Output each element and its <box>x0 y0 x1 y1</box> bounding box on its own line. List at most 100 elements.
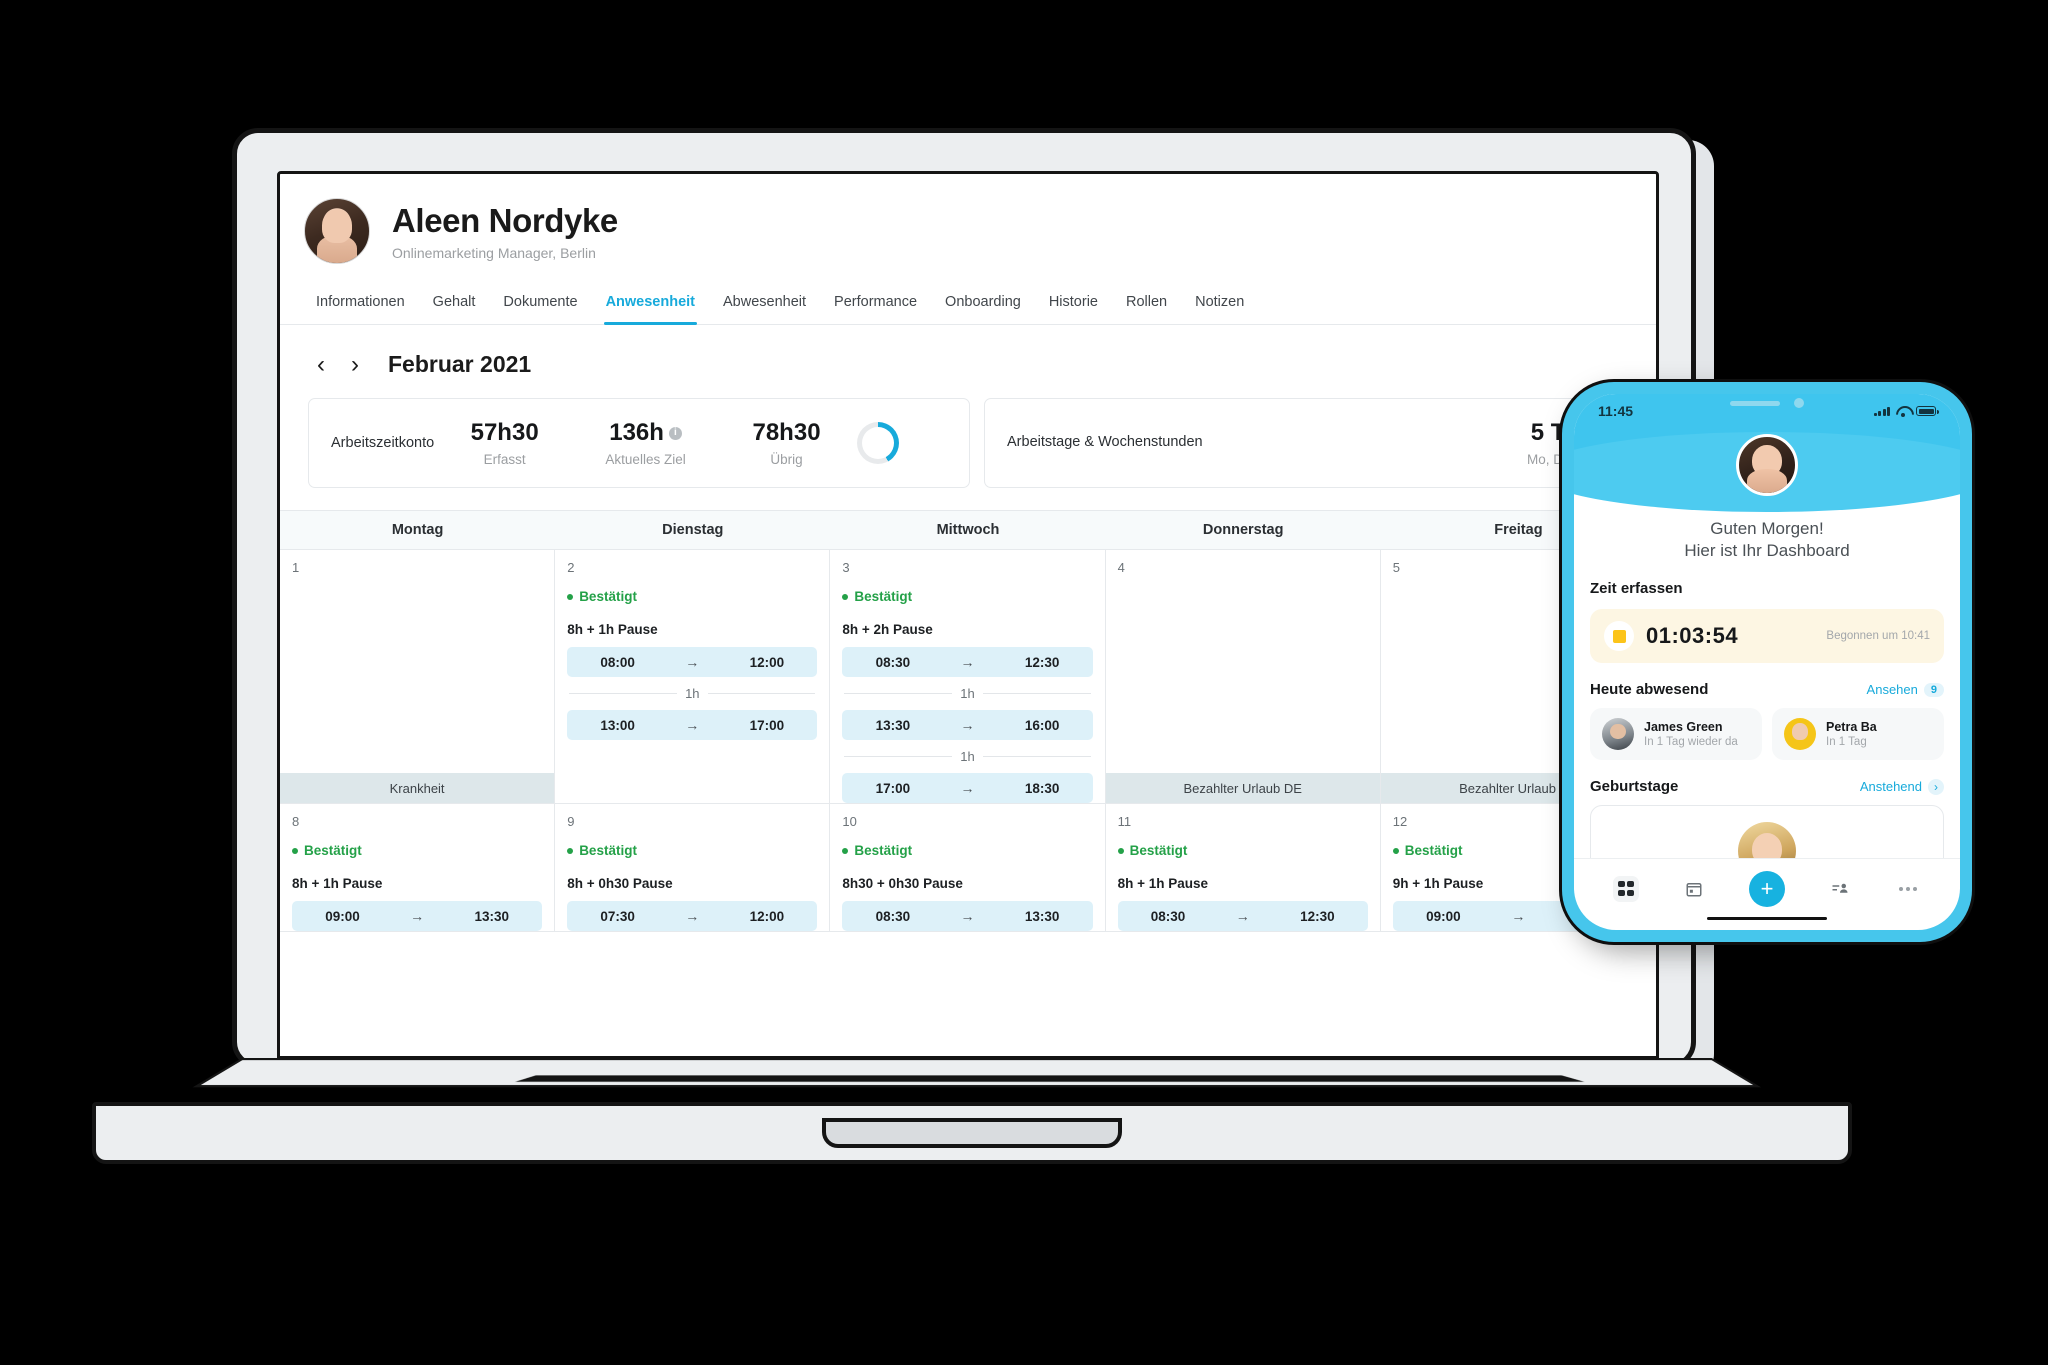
slot-from: 08:00 <box>600 654 635 670</box>
tab-abwesenheit[interactable]: Abwesenheit <box>709 284 820 324</box>
dashboard-grid-icon[interactable] <box>1613 875 1639 902</box>
time-slot[interactable]: 09:00 → 13:30 <box>292 901 543 931</box>
profile-role: Onlinemarketing Manager, Berlin <box>392 244 596 261</box>
slot-from: 09:00 <box>1426 908 1461 924</box>
day-cell[interactable]: 10 Bestätigt 8h30 + 0h30 Pause 08:30 → 1… <box>830 804 1106 932</box>
laptop-latch-notch <box>822 1118 1122 1148</box>
weekday-montag: Montag <box>391 522 444 538</box>
progress-ring <box>856 422 899 464</box>
day-summary: 8h + 0h30 Pause <box>567 876 673 891</box>
greeting: Guten Morgen! Hier ist Ihr Dashboard <box>1590 518 1944 562</box>
tab-informationen[interactable]: Informationen <box>302 284 419 324</box>
arrow-icon: → <box>960 717 975 733</box>
slot-from: 17:00 <box>875 780 911 796</box>
status-dot-icon <box>1392 847 1399 854</box>
greeting-line-2: Hier ist Ihr Dashboard <box>1684 541 1850 561</box>
workdays-label: Arbeitstage & Wochenstunden <box>1007 434 1203 451</box>
time-slot[interactable]: 07:30 → 12:00 <box>567 901 818 931</box>
birthday-card[interactable]: Anna Schumacher feiert heute! <box>1590 805 1944 858</box>
tab-gehalt[interactable]: Gehalt <box>419 284 490 324</box>
break-gap: 1h <box>842 677 1092 710</box>
day-number: 9 <box>567 814 575 829</box>
day-cell[interactable]: 11 Bestätigt 8h + 1h Pause 08:30 → 12:30 <box>1105 804 1381 932</box>
time-slot[interactable]: 13:00 → 17:00 <box>567 710 818 740</box>
phone-screen: 11:45 Guten Morgen! Hier ist Ihr Dashboa… <box>1574 394 1960 930</box>
time-entries: 08:30 → 12:30 <box>1117 901 1368 931</box>
laptop-hinge-slot <box>515 1075 1584 1081</box>
status-badge: Bestätigt <box>1117 843 1368 858</box>
tab-performance[interactable]: Performance <box>820 284 931 324</box>
tab-onboarding[interactable]: Onboarding <box>931 284 1035 324</box>
stop-square-icon[interactable] <box>1604 621 1634 652</box>
next-month-icon[interactable]: › <box>342 352 368 378</box>
weekday-mittwoch: Mittwoch <box>936 522 1000 538</box>
stats-row: Arbeitszeitkonto 57h30 Erfasst 136h i Ak… <box>280 398 1656 510</box>
status-badge: Bestätigt <box>842 589 1092 604</box>
arrow-icon: → <box>960 780 975 796</box>
tab-notizen[interactable]: Notizen <box>1181 284 1258 324</box>
birthdays-upcoming-label: Anstehend <box>1859 779 1922 795</box>
list-item[interactable]: James Green In 1 Tag wieder da <box>1590 708 1762 761</box>
birthdays-header: Geburtstage Anstehend › <box>1590 778 1944 795</box>
status-badge: Bestätigt <box>567 843 817 858</box>
month-navigation: ‹ › Februar 2021 <box>280 325 1656 398</box>
status-badge-label: Bestätigt <box>579 589 637 604</box>
phone-notch <box>1730 398 1804 408</box>
time-entries: 08:30 → 13:30 <box>842 901 1093 931</box>
timer-card[interactable]: 01:03:54 Begonnen um 10:41 <box>1590 609 1944 664</box>
wifi-icon <box>1896 406 1910 417</box>
time-slot[interactable]: 08:30 → 13:30 <box>842 901 1093 931</box>
laptop-screen: Aleen Nordyke Onlinemarketing Manager, B… <box>277 171 1659 1059</box>
day-cell[interactable]: 1 Krankheit <box>280 550 556 804</box>
time-slot[interactable]: 17:00 → 18:30 <box>842 773 1093 803</box>
time-slot[interactable]: 08:00 → 12:00 <box>567 647 818 677</box>
day-cell[interactable]: 9 Bestätigt 8h + 0h30 Pause 07:30 → 12:0… <box>555 804 831 932</box>
tab-dokumente[interactable]: Dokumente <box>489 284 591 324</box>
people-list-icon[interactable] <box>1827 876 1853 902</box>
more-dots-icon[interactable] <box>1895 876 1921 902</box>
person-name: Petra Ba <box>1826 720 1877 735</box>
day-number: 8 <box>292 814 300 829</box>
weekday-donnerstag: Donnerstag <box>1202 522 1284 538</box>
gap-line <box>982 693 1091 694</box>
tab-rollen[interactable]: Rollen <box>1112 284 1181 324</box>
day-cell[interactable]: 3 Bestätigt 8h + 2h Pause 08:30 → 12:30 … <box>830 550 1106 804</box>
gap-duration: 1h <box>960 749 975 764</box>
birthdays-title: Geburtstage <box>1590 778 1679 796</box>
tab-anwesenheit[interactable]: Anwesenheit <box>592 284 709 325</box>
status-badge-label: Bestätigt <box>1404 843 1463 858</box>
status-badge-label: Bestätigt <box>854 589 913 604</box>
day-status-bar: Krankheit <box>280 773 555 803</box>
tab-historie[interactable]: Historie <box>1035 284 1112 324</box>
info-icon[interactable]: i <box>668 426 682 440</box>
time-slot[interactable]: 08:30 → 12:30 <box>842 647 1093 677</box>
time-entries: 08:30 → 12:30 1h 13:30 → 16:00 1h 17:00 … <box>842 647 1093 803</box>
status-dot-icon <box>567 847 574 854</box>
absent-view-label: Ansehen <box>1866 682 1918 698</box>
avatar[interactable] <box>1736 434 1798 496</box>
month-label: Februar 2021 <box>388 351 532 377</box>
slot-from: 08:30 <box>1150 908 1186 924</box>
slot-to: 13:30 <box>1024 908 1060 924</box>
calendar-icon[interactable] <box>1681 876 1707 902</box>
time-slot[interactable]: 08:30 → 12:30 <box>1117 901 1368 931</box>
arrow-icon: → <box>685 717 700 733</box>
day-cell[interactable]: 2 Bestätigt 8h + 1h Pause 08:00 → 12:00 … <box>555 550 831 804</box>
slot-to: 16:00 <box>1024 717 1060 733</box>
day-summary: 8h + 1h Pause <box>567 622 658 637</box>
stat-target-value: 136h <box>609 419 664 446</box>
stat-target-value-row: 136h i <box>575 419 716 447</box>
day-cell[interactable]: 8 Bestätigt 8h + 1h Pause 09:00 → 13:30 <box>280 804 556 932</box>
time-tracking-header: Zeit erfassen <box>1590 580 1944 597</box>
list-item[interactable]: Petra Ba In 1 Tag <box>1772 708 1944 761</box>
plus-icon[interactable]: + <box>1749 870 1785 907</box>
day-cell[interactable]: 4 Bezahlter Urlaub DE <box>1105 550 1381 804</box>
day-number: 11 <box>1117 814 1132 829</box>
absent-view-link[interactable]: Ansehen 9 <box>1867 682 1944 697</box>
prev-month-icon[interactable]: ‹ <box>308 352 334 378</box>
time-slot[interactable]: 13:30 → 16:00 <box>842 710 1093 740</box>
day-summary: 8h + 1h Pause <box>1117 876 1209 891</box>
stat-recorded-label: Erfasst <box>483 452 526 467</box>
arrow-icon: → <box>685 654 700 670</box>
birthdays-upcoming-link[interactable]: Anstehend › <box>1859 778 1944 795</box>
